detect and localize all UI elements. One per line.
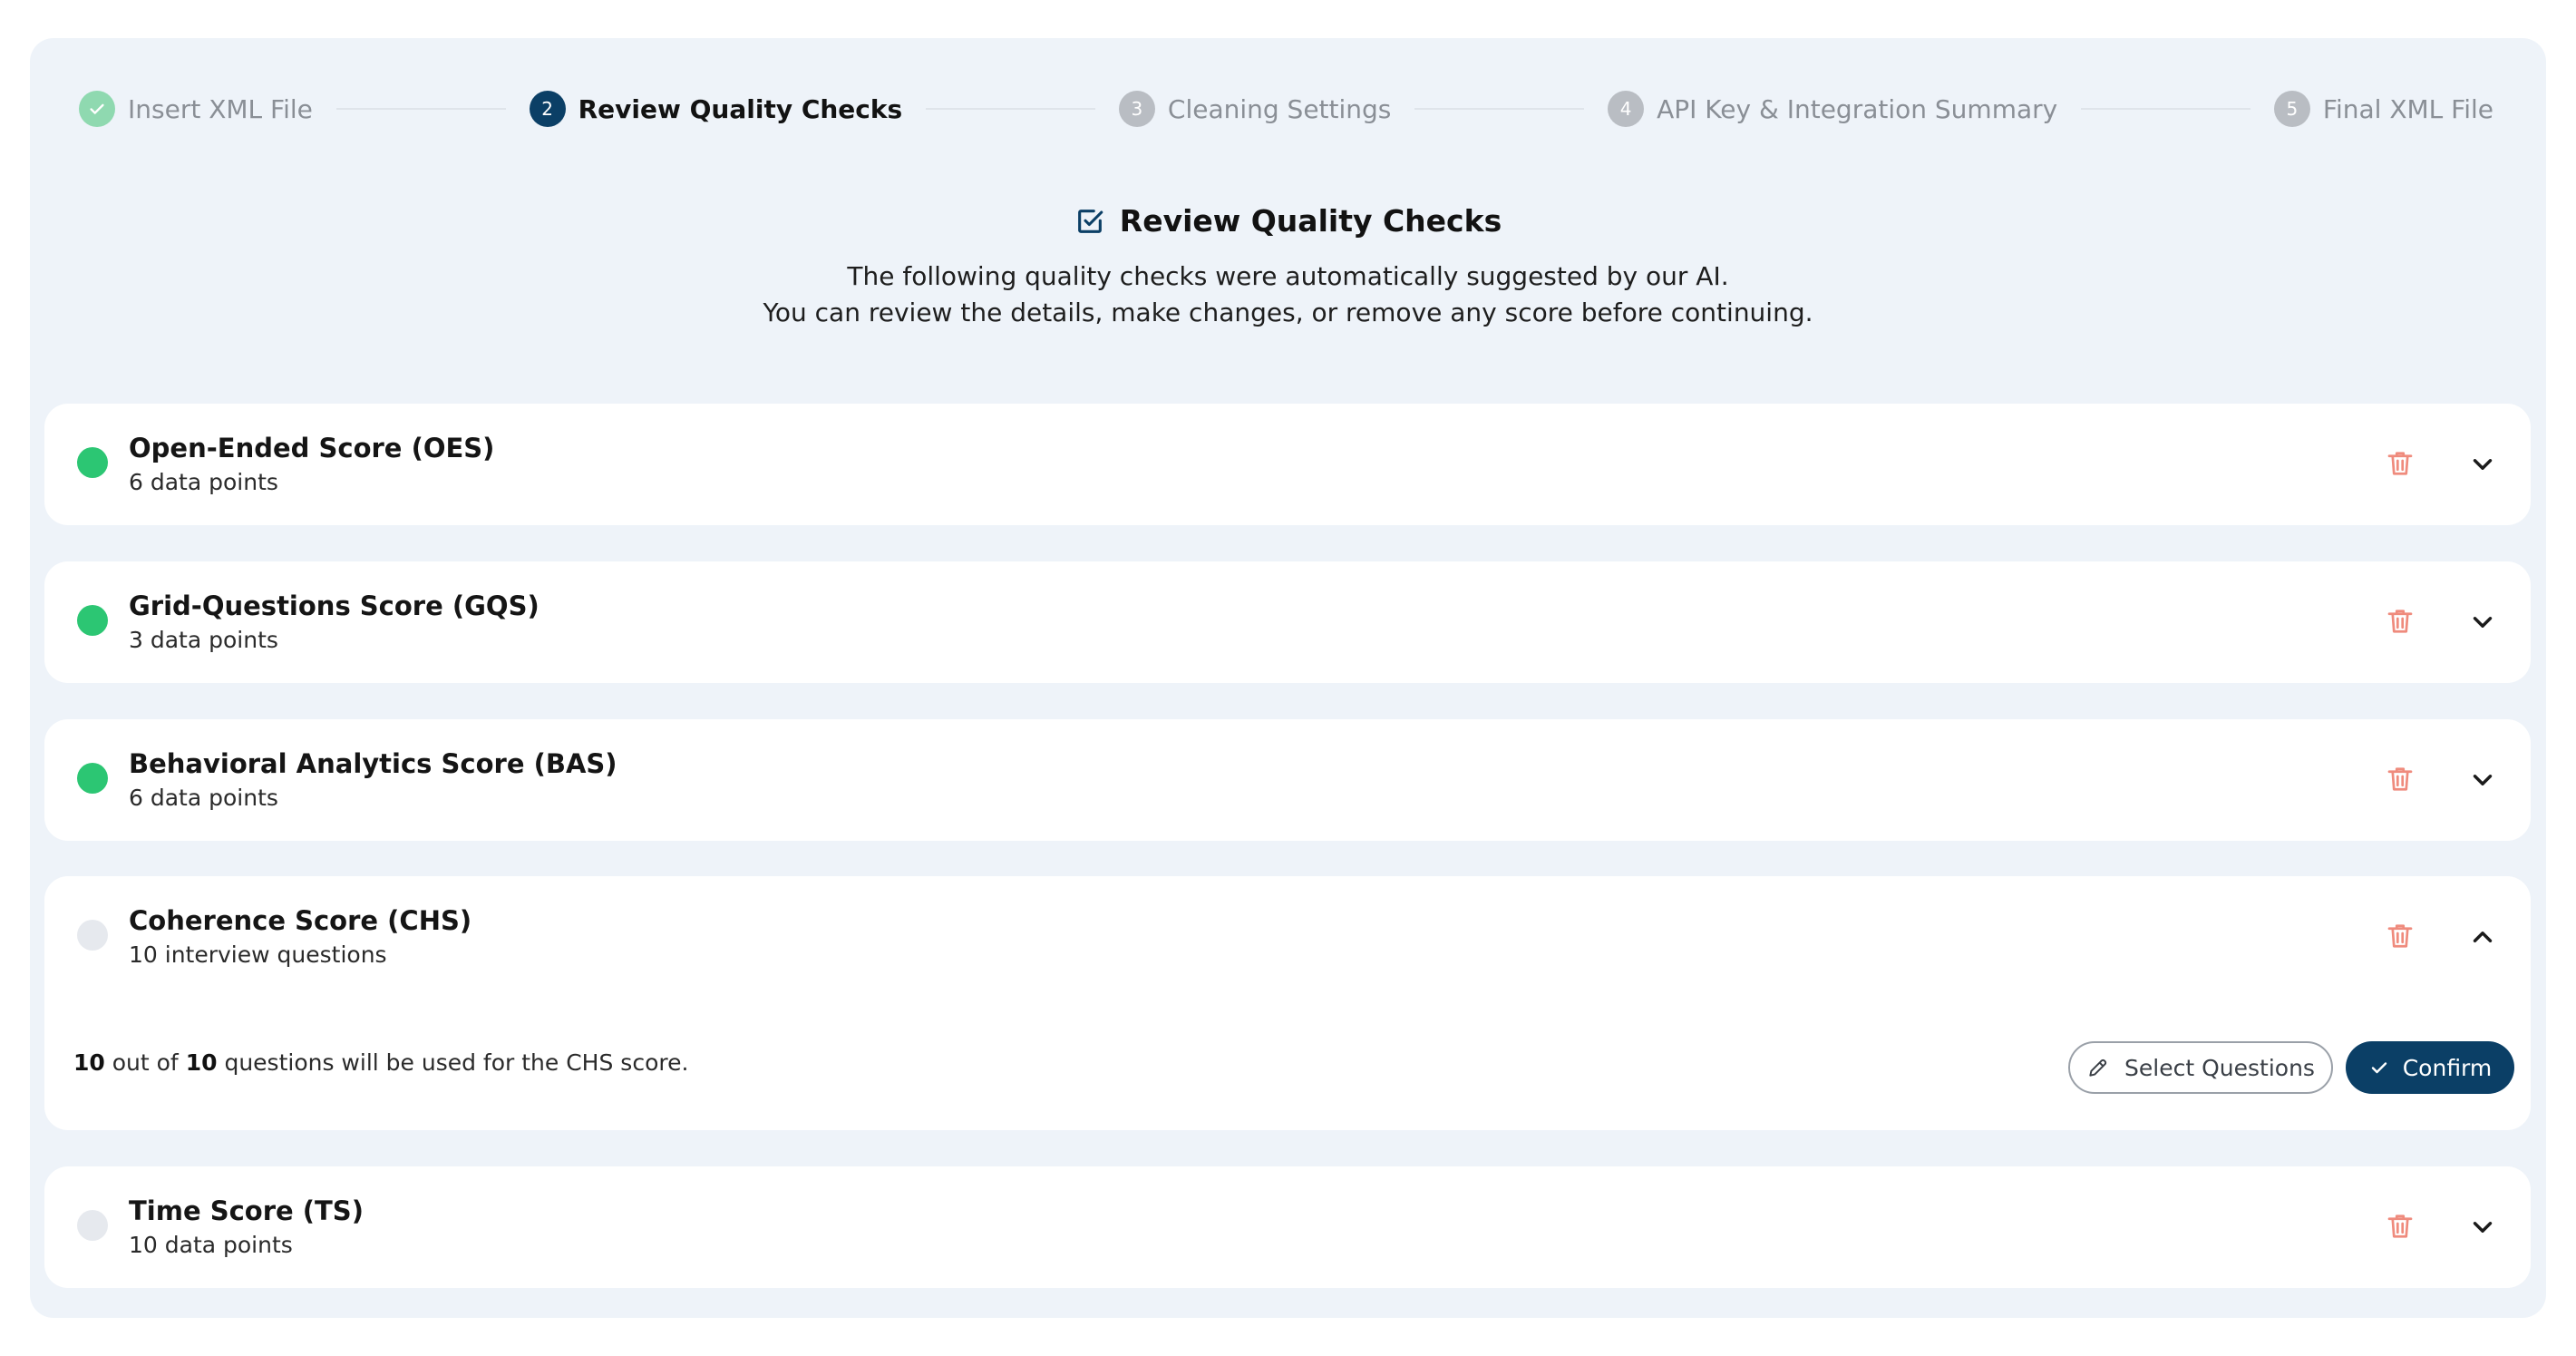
score-card-header[interactable]: Time Score (TS) 10 data points: [44, 1166, 2531, 1288]
check-icon: [79, 91, 115, 127]
step-connector: [2081, 108, 2250, 110]
score-title: Coherence Score (CHS): [129, 905, 472, 936]
wizard-panel: Insert XML File 2 Review Quality Checks …: [30, 38, 2546, 1318]
trash-icon[interactable]: [2384, 447, 2416, 480]
score-card-ts: Time Score (TS) 10 data points: [44, 1166, 2531, 1288]
score-card-header[interactable]: Behavioral Analytics Score (BAS) 6 data …: [44, 719, 2531, 841]
score-card-header[interactable]: Grid-Questions Score (GQS) 3 data points: [44, 561, 2531, 683]
status-dot: [77, 605, 108, 636]
step-label: Cleaning Settings: [1167, 93, 1392, 124]
score-card-header[interactable]: Open-Ended Score (OES) 6 data points: [44, 404, 2531, 525]
chevron-down-icon[interactable]: [2467, 765, 2498, 795]
score-subtitle: 6 data points: [129, 469, 278, 495]
select-questions-label: Select Questions: [2124, 1054, 2315, 1081]
score-card-bas: Behavioral Analytics Score (BAS) 6 data …: [44, 719, 2531, 841]
step-connector: [335, 108, 506, 110]
step-insert-xml-file[interactable]: Insert XML File: [79, 91, 313, 127]
out-of-label: out of: [112, 1049, 179, 1076]
chevron-down-icon[interactable]: [2467, 449, 2498, 480]
confirm-button[interactable]: Confirm: [2346, 1041, 2514, 1094]
used-count: 10: [73, 1049, 105, 1076]
page-title-row: Review Quality Checks: [1074, 203, 1502, 239]
step-label: API Key & Integration Summary: [1657, 93, 2058, 124]
status-dot: [77, 1210, 108, 1241]
step-number: 4: [1608, 91, 1645, 127]
trash-icon[interactable]: [2384, 920, 2416, 952]
description-line: You can review the details, make changes…: [763, 297, 1813, 327]
chevron-down-icon[interactable]: [2467, 1212, 2498, 1243]
pencil-icon: [2089, 1058, 2107, 1077]
check-icon: [2371, 1062, 2386, 1074]
step-number: 5: [2273, 91, 2310, 127]
score-card-chs: Coherence Score (CHS) 10 interview quest…: [44, 876, 2531, 1130]
step-label: Review Quality Checks: [578, 93, 903, 124]
chevron-down-icon[interactable]: [2467, 607, 2498, 638]
step-label: Insert XML File: [128, 93, 313, 124]
step-api-key-integration-summary[interactable]: 4 API Key & Integration Summary: [1608, 91, 2057, 127]
score-card-gqs: Grid-Questions Score (GQS) 3 data points: [44, 561, 2531, 683]
score-subtitle: 10 data points: [129, 1232, 293, 1258]
step-connector: [1414, 108, 1585, 110]
step-number: 3: [1118, 91, 1155, 127]
status-dot: [77, 763, 108, 794]
select-questions-button[interactable]: Select Questions: [2068, 1041, 2333, 1094]
status-dot: [77, 920, 108, 951]
page-description: The following quality checks were automa…: [30, 259, 2546, 331]
score-card-header[interactable]: Coherence Score (CHS) 10 interview quest…: [44, 876, 2531, 998]
score-title: Open-Ended Score (OES): [129, 433, 495, 463]
step-label: Final XML File: [2322, 93, 2494, 124]
status-dot: [77, 447, 108, 478]
checkbox-check-icon: [1077, 209, 1103, 233]
score-subtitle: 3 data points: [129, 627, 278, 653]
page-title: Review Quality Checks: [1119, 203, 1502, 239]
chevron-up-icon[interactable]: [2467, 922, 2498, 952]
score-title: Behavioral Analytics Score (BAS): [129, 748, 617, 779]
step-connector: [926, 108, 1095, 110]
summary-suffix: questions will be used for the CHS score…: [224, 1049, 689, 1076]
score-title: Grid-Questions Score (GQS): [129, 590, 540, 621]
trash-icon[interactable]: [2384, 1210, 2416, 1243]
total-count: 10: [185, 1049, 218, 1076]
score-subtitle: 10 interview questions: [129, 941, 387, 968]
score-title: Time Score (TS): [129, 1195, 364, 1226]
step-review-quality-checks[interactable]: 2 Review Quality Checks: [529, 91, 903, 127]
confirm-label: Confirm: [2402, 1054, 2493, 1081]
trash-icon[interactable]: [2384, 763, 2416, 795]
description-line: The following quality checks were automa…: [847, 260, 1729, 291]
step-number: 2: [529, 91, 566, 127]
score-card-oes: Open-Ended Score (OES) 6 data points: [44, 404, 2531, 525]
trash-icon[interactable]: [2384, 605, 2416, 638]
page-header: Review Quality Checks The following qual…: [30, 203, 2546, 331]
step-cleaning-settings[interactable]: 3 Cleaning Settings: [1118, 91, 1392, 127]
stepper: Insert XML File 2 Review Quality Checks …: [79, 89, 2493, 129]
score-subtitle: 6 data points: [129, 785, 278, 811]
score-card-details: 10 out of 10 questions will be used for …: [44, 998, 2531, 1130]
questions-used-summary: 10 out of 10 questions will be used for …: [73, 1049, 688, 1076]
step-final-xml-file[interactable]: 5 Final XML File: [2273, 91, 2494, 127]
